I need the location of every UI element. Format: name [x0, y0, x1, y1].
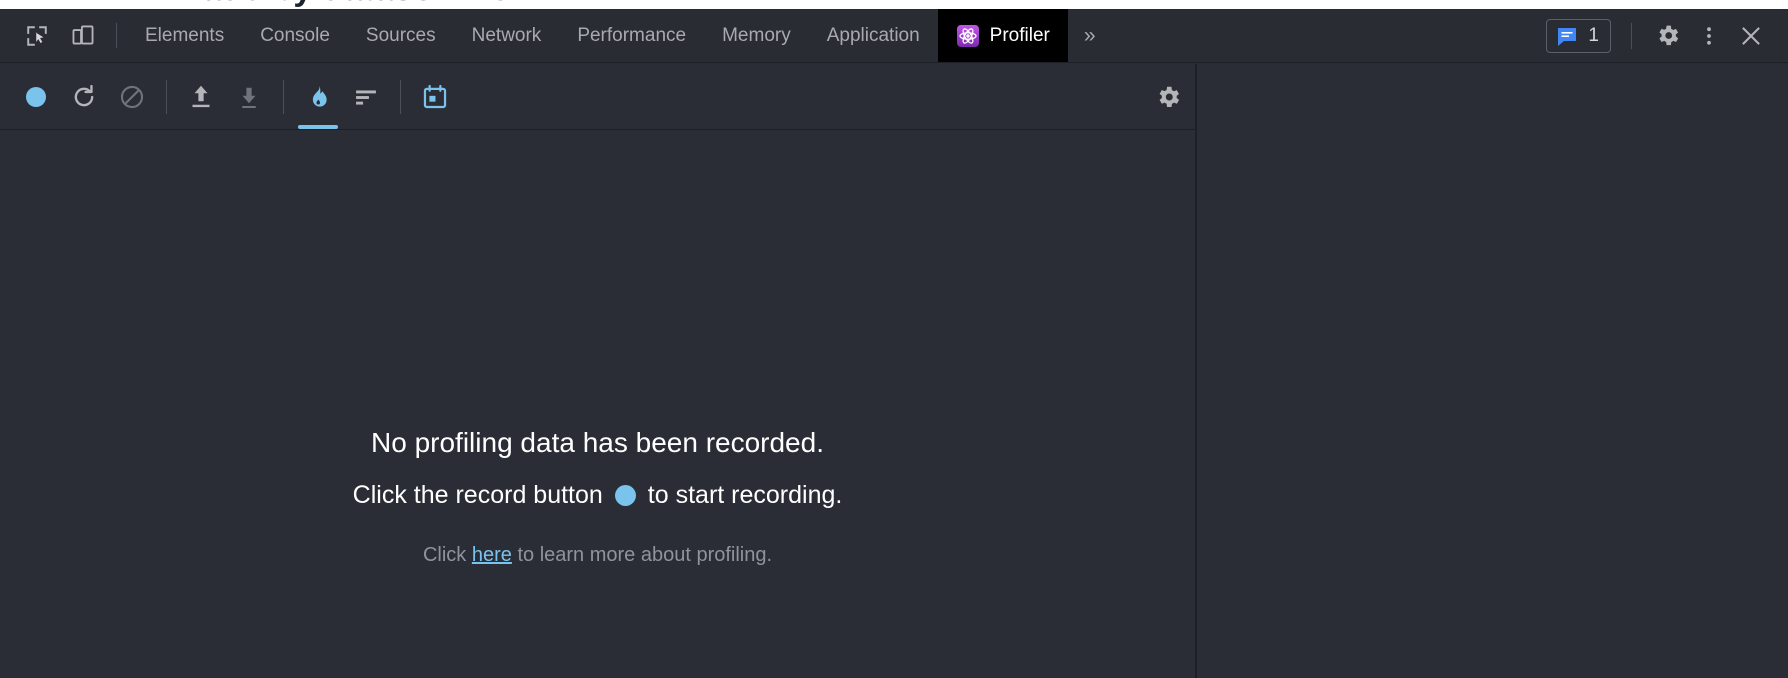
console-messages-badge[interactable]: 1: [1546, 18, 1611, 53]
tab-label: Memory: [722, 24, 791, 46]
gear-icon: [1658, 25, 1678, 46]
tab-label: Network: [471, 24, 542, 46]
tab-profiler[interactable]: Profiler: [937, 9, 1068, 62]
download-arrow-icon: [242, 87, 256, 108]
footer-suffix: to learn more about profiling.: [517, 544, 773, 566]
flame-icon: [312, 85, 327, 107]
reload-and-record-button[interactable]: [60, 65, 108, 129]
instruction-prefix: Click the record button: [352, 481, 603, 509]
tab-sources[interactable]: Sources: [348, 9, 454, 62]
tabbar-spacer: [1112, 9, 1547, 62]
reload-icon: [74, 84, 94, 106]
record-button[interactable]: [12, 65, 60, 129]
device-toolbar-button[interactable]: [60, 9, 106, 62]
tab-label: Console: [260, 24, 330, 46]
upload-arrow-icon: [192, 85, 210, 107]
tabbar-right-actions: 1: [1546, 9, 1788, 62]
tabbar-right-divider: [1631, 22, 1632, 49]
load-profile-button[interactable]: [177, 65, 225, 129]
clear-button[interactable]: [108, 65, 156, 129]
tab-network[interactable]: Network: [454, 9, 560, 62]
toolbar-divider: [400, 79, 401, 114]
record-circle-icon: [614, 485, 636, 506]
footer-prefix: Click: [422, 544, 467, 566]
tab-label: Sources: [365, 24, 436, 46]
page-cutoff-title: made by datascix 2022: [172, 0, 549, 9]
gear-icon: [1159, 86, 1180, 107]
tab-label: Application: [826, 24, 920, 46]
inspect-element-button[interactable]: [14, 9, 60, 62]
no-entry-icon: [120, 85, 144, 108]
tab-application[interactable]: Application: [809, 9, 938, 62]
profiler-content-panel: No profiling data has been recorded. Cli…: [0, 131, 1195, 678]
device-toolbar-icon: [72, 25, 94, 45]
ranked-bars-icon: [356, 89, 376, 105]
profiler-sidebar-panel: [1197, 64, 1788, 678]
message-count: 1: [1588, 25, 1599, 46]
instruction-suffix: to start recording.: [647, 481, 843, 509]
profiler-toolbar: [0, 64, 1196, 130]
empty-state-instruction: Click the record button to start recordi…: [0, 481, 1195, 510]
inspect-element-icon: [27, 25, 47, 46]
toolbar-divider: [166, 79, 167, 114]
close-icon: [1742, 26, 1760, 45]
tab-label: Performance: [577, 24, 687, 46]
devtools-tabbar: Elements Console Sources Network Perform…: [0, 9, 1788, 63]
tab-label: Elements: [145, 24, 225, 46]
empty-state-footer: Click here to learn more about profiling…: [0, 544, 1195, 567]
timeline-button[interactable]: [411, 65, 459, 129]
calendar-icon: [423, 84, 447, 108]
learn-more-link[interactable]: here: [472, 544, 512, 566]
devtools-close-button[interactable]: [1730, 15, 1772, 57]
toolbar-divider: [283, 79, 284, 114]
more-tabs-button[interactable]: »: [1068, 9, 1112, 62]
tab-elements[interactable]: Elements: [127, 9, 242, 62]
page-cutoff-right: • • •: [1530, 0, 1638, 6]
page-content-edge: made by datascix 2022 • • •: [0, 0, 1788, 9]
record-circle-icon: [26, 86, 46, 107]
profiler-settings-button[interactable]: [1140, 65, 1196, 129]
ranked-chart-button[interactable]: [342, 65, 390, 129]
devtools-window: made by datascix 2022 • • • Elements Con…: [0, 0, 1788, 678]
tab-label: Profiler: [989, 24, 1050, 46]
tab-console[interactable]: Console: [242, 9, 348, 62]
flame-chart-button[interactable]: [294, 65, 342, 129]
kebab-menu-icon: [1707, 26, 1711, 45]
message-bubble-icon: [1558, 27, 1577, 46]
chevron-double-right-icon: »: [1083, 23, 1096, 47]
empty-state-headline: No profiling data has been recorded.: [371, 427, 824, 458]
tab-performance[interactable]: Performance: [559, 9, 704, 62]
tabbar-divider: [116, 23, 117, 48]
tab-memory[interactable]: Memory: [704, 9, 809, 62]
devtools-settings-button[interactable]: [1646, 15, 1688, 57]
devtools-more-options-button[interactable]: [1688, 15, 1730, 57]
save-profile-button[interactable]: [225, 65, 273, 129]
empty-state: No profiling data has been recorded. Cli…: [0, 427, 1195, 567]
react-atom-icon: [956, 24, 980, 48]
